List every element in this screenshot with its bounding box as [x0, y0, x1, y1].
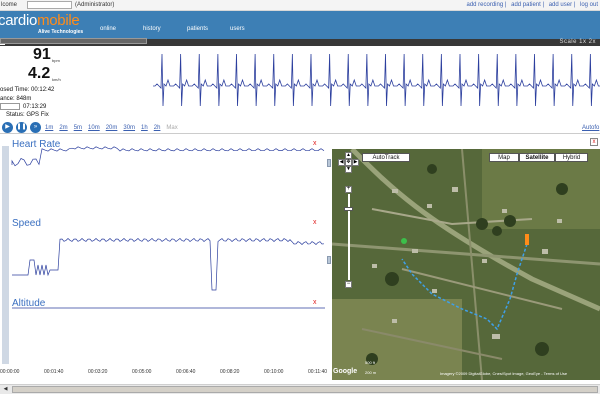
nav-patients[interactable]: patients: [187, 26, 208, 32]
zoom-5m[interactable]: 5m: [74, 125, 82, 131]
gps-label: Status:: [6, 112, 25, 118]
zoom-in-button[interactable]: +: [345, 186, 352, 193]
play-icon: ▶: [5, 124, 10, 130]
bpm-value: 91: [33, 46, 51, 63]
map-type-map[interactable]: Map: [489, 153, 519, 162]
pan-up-icon[interactable]: ▲: [345, 152, 352, 159]
timeline-tick: 00:08:20: [220, 369, 240, 375]
autofollow-link[interactable]: Autofo: [582, 125, 599, 131]
fast-forward-button[interactable]: »: [30, 122, 41, 133]
bpm-unit: bpm: [52, 58, 60, 63]
play-button[interactable]: ▶: [2, 122, 13, 133]
map-scale-ft: 500 ft: [365, 360, 376, 365]
map-pan-control[interactable]: ▲ ◀ ✥ ▶ ▼: [338, 152, 359, 182]
distance-value: 848m: [16, 96, 32, 102]
ecg-waveform: [153, 53, 600, 107]
scroll-left-icon[interactable]: ◀: [1, 386, 10, 393]
position-marker: [525, 234, 529, 245]
role-text: (Administrator): [75, 2, 115, 8]
nav-online[interactable]: online: [100, 26, 116, 32]
zoom-2m[interactable]: 2m: [59, 125, 67, 131]
top-links: add recording | add patient | add user |…: [466, 2, 599, 8]
elapsed-time: osed Time: 00:12:42: [0, 87, 54, 93]
pause-button[interactable]: ❚❚: [16, 122, 27, 133]
map-view[interactable]: [332, 149, 600, 380]
header: cardiomobile Alive Technologies online h…: [0, 11, 600, 39]
add-patient-link[interactable]: add patient: [511, 2, 541, 8]
zoom-out-button[interactable]: −: [345, 281, 352, 288]
ecg-trace: [153, 53, 600, 107]
top-bar: lcome (Administrator) add recording | ad…: [0, 0, 600, 11]
logo: cardiomobile: [0, 12, 80, 29]
pan-right-icon[interactable]: ▶: [352, 159, 359, 166]
add-recording-link[interactable]: add recording: [467, 2, 504, 8]
clock-value: 07:13:29: [23, 104, 47, 110]
map-scale-m: 200 m: [365, 370, 377, 375]
gps-value: GPS Fix: [26, 112, 49, 118]
zoom-10m[interactable]: 10m: [88, 125, 100, 131]
zoom-1m[interactable]: 1m: [45, 125, 53, 131]
pan-left-icon[interactable]: ◀: [338, 159, 345, 166]
speed-line: [12, 238, 325, 291]
timeline-tick: 00:05:00: [132, 369, 152, 375]
nav-users[interactable]: users: [230, 26, 245, 32]
timeline-tick: 00:11:40: [308, 369, 328, 375]
map-type-hybrid[interactable]: Hybrid: [555, 153, 588, 162]
zoom-slider-thumb[interactable]: [344, 207, 353, 211]
log-out-link[interactable]: log out: [580, 2, 598, 8]
elapsed-value: 00:12:42: [31, 87, 55, 93]
map-type-satellite[interactable]: Satellite: [519, 153, 555, 162]
speed-unit: km/h: [52, 77, 61, 82]
gps-status: Status: GPS Fix: [6, 112, 49, 118]
username-box: [27, 1, 72, 9]
timeline: 00:00:00 00:01:40 00:03:20 00:05:00 00:06:40…: [0, 367, 330, 379]
zoom-1h[interactable]: 1h: [141, 125, 148, 131]
distance: ance: 848m: [0, 96, 31, 102]
progress-fill: [1, 39, 146, 43]
logo-cardio: cardio: [0, 12, 38, 29]
zoom-20m[interactable]: 20m: [106, 125, 118, 131]
pan-center-icon[interactable]: ✥: [345, 159, 352, 166]
fast-forward-icon: »: [33, 124, 38, 130]
map-copyright: Imagery ©2009 DigitalGlobe, Cnes/Spot Im…: [440, 371, 568, 376]
zoom-levels: 1m 2m 5m 10m 20m 30m 1h 2h Max: [45, 125, 184, 131]
tagline: Alive Technologies: [38, 29, 84, 35]
start-marker: [401, 238, 407, 244]
session-progress: [0, 38, 147, 44]
scroll-thumb[interactable]: [12, 386, 598, 393]
distance-label: ance:: [0, 96, 15, 102]
horizontal-scrollbar[interactable]: ◀: [0, 384, 600, 394]
nav-history[interactable]: history: [143, 26, 161, 32]
logo-mobile: mobile: [37, 12, 80, 29]
pan-down-icon[interactable]: ▼: [345, 166, 352, 173]
charts-area: [11, 146, 325, 309]
satellite-imagery: [332, 149, 600, 380]
timeline-tick: 00:06:40: [176, 369, 196, 375]
google-logo: Google: [333, 368, 358, 375]
speed-value: 4.2: [28, 65, 51, 82]
scale-toggle[interactable]: Scale 1x 2x: [559, 39, 596, 45]
timeline-tick: 00:10:00: [264, 369, 284, 375]
timeline-tick: 00:03:20: [88, 369, 108, 375]
pause-icon: ❚❚: [16, 124, 27, 130]
zoom-2h[interactable]: 2h: [154, 125, 161, 131]
timeline-tick: 00:00:00: [0, 369, 20, 375]
zoom-max: Max: [166, 125, 178, 131]
elapsed-label: osed Time:: [0, 87, 30, 93]
add-user-link[interactable]: add user: [549, 2, 572, 8]
welcome-text: lcome: [1, 2, 18, 8]
time-box: [0, 103, 20, 110]
zoom-30m[interactable]: 30m: [123, 125, 135, 131]
divider: [0, 133, 600, 134]
app-root: lcome (Administrator) add recording | ad…: [0, 0, 600, 400]
timeline-tick: 00:01:40: [44, 369, 64, 375]
map-close[interactable]: x: [590, 138, 598, 146]
stats-panel: 91 bpm 4.2 km/h osed Time: 00:12:42 ance…: [0, 46, 152, 122]
heart-rate-line: [11, 146, 325, 167]
autotrack-button[interactable]: AutoTrack: [362, 153, 410, 162]
